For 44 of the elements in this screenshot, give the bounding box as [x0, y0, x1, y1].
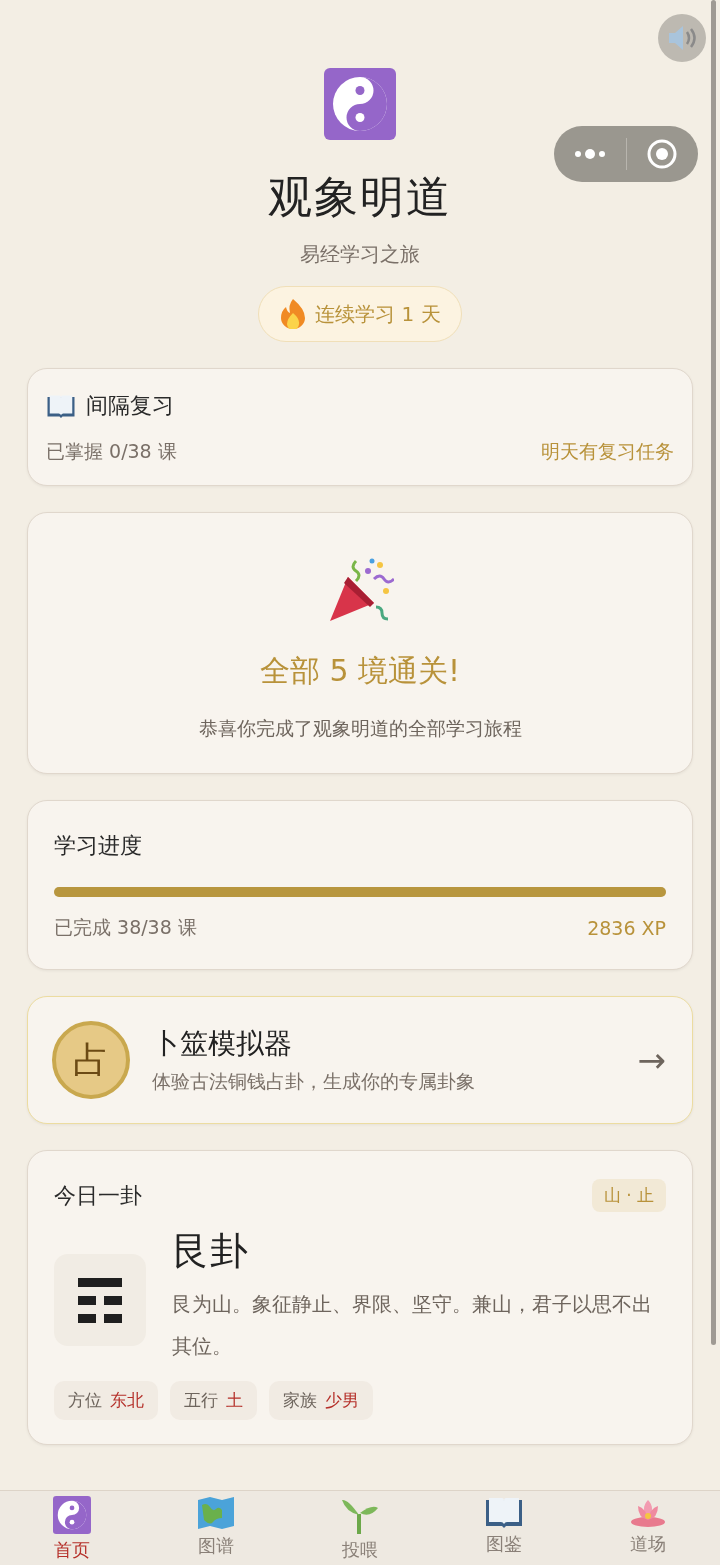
tab[interactable]: 图谱	[144, 1491, 288, 1565]
simulator-card[interactable]: 占 卜筮模拟器 体验古法铜钱占卦，生成你的专属卦象 →	[27, 996, 693, 1124]
completed-count: 已完成 38/38 课	[54, 915, 197, 940]
app-subtitle: 易经学习之旅	[300, 241, 420, 268]
coin-badge: 占	[52, 1021, 130, 1099]
simulator-description: 体验古法铜钱占卦，生成你的专属卦象	[152, 1069, 476, 1094]
book-icon	[46, 394, 76, 418]
trigram-tag: 山 · 止	[591, 1179, 666, 1212]
sound-button[interactable]	[658, 14, 706, 62]
celebration-message: 恭喜你完成了观象明道的全部学习旅程	[198, 716, 522, 741]
review-status: 明天有复习任务	[541, 439, 674, 464]
review-title: 间隔复习	[86, 392, 174, 420]
celebration-title: 全部 5 境通关!	[259, 652, 461, 690]
progress-title: 学习进度	[54, 832, 143, 860]
yin-yang-icon	[53, 1496, 91, 1534]
map-icon	[197, 1496, 235, 1530]
mastered-count: 已掌握 0/38 课	[46, 439, 177, 464]
hexagram-name: 艮卦	[172, 1228, 249, 1275]
scrollbar[interactable]	[711, 0, 716, 1345]
fact-label: 方位	[68, 1389, 102, 1412]
arrow-icon: →	[637, 1040, 666, 1080]
fact-value: 东北	[110, 1389, 144, 1412]
tab[interactable]: 首页	[0, 1491, 144, 1565]
review-card[interactable]: 间隔复习 已掌握 0/38 课 明天有复习任务	[27, 368, 693, 486]
fact-value: 少男	[325, 1389, 359, 1412]
tab[interactable]: 道场	[576, 1491, 720, 1565]
hexagram-description: 艮为山。象征静止、界限、坚守。兼山，君子以思不出其位。	[172, 1291, 653, 1360]
tab[interactable]: 图鉴	[432, 1491, 576, 1565]
fact-label: 家族	[283, 1389, 317, 1412]
daily-title: 今日一卦	[54, 1181, 142, 1210]
xp-total: 2836 XP	[587, 917, 666, 939]
more-icon	[573, 149, 606, 159]
fire-icon	[279, 299, 308, 329]
streak-text: 连续学习 1 天	[315, 300, 441, 328]
tab[interactable]: 投喂	[288, 1491, 432, 1565]
app-logo	[324, 68, 396, 140]
fact-value: 土	[226, 1389, 243, 1412]
speaker-icon	[667, 25, 697, 51]
app-title: 观象明道	[268, 170, 452, 224]
close-icon	[647, 139, 678, 169]
book-icon	[485, 1496, 523, 1528]
simulator-title: 卜筮模拟器	[152, 1026, 293, 1062]
trigram-icon	[76, 1276, 124, 1324]
fact-label: 五行	[184, 1389, 218, 1412]
